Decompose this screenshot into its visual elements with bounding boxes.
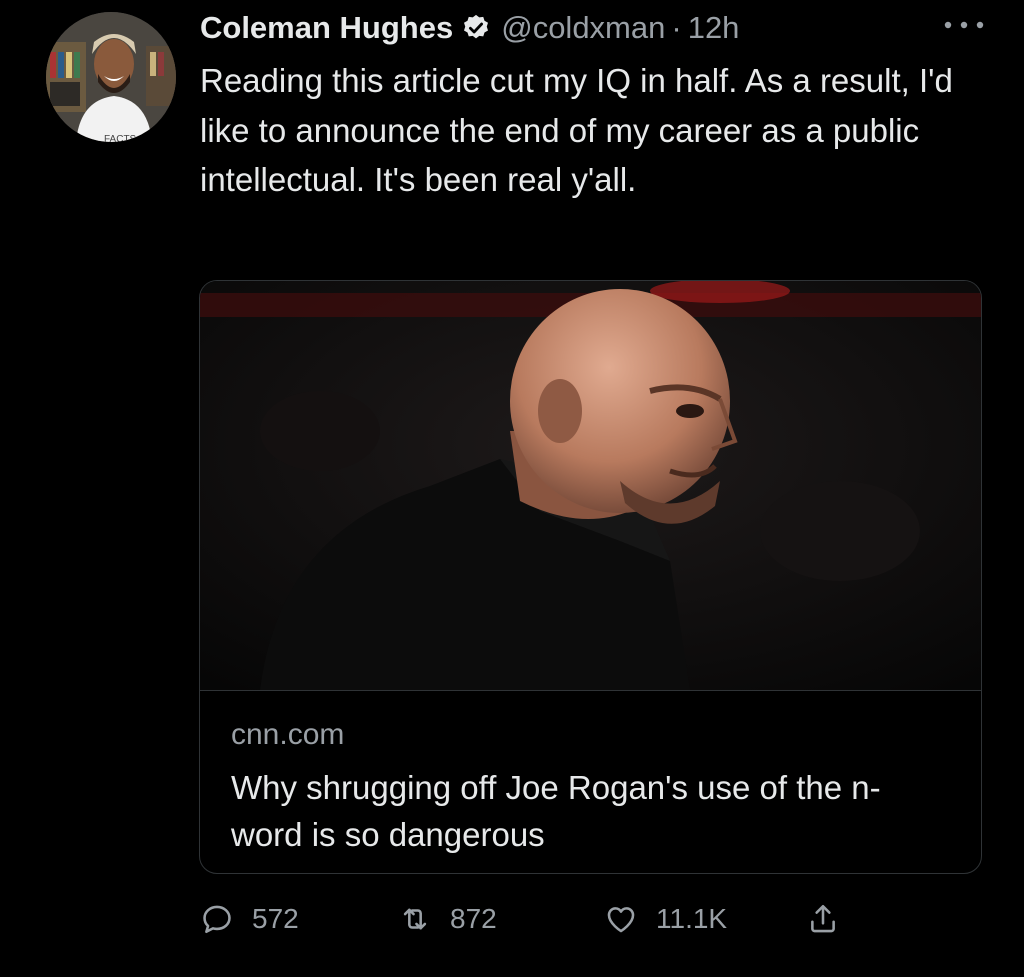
- tweet-timestamp[interactable]: 12h: [688, 10, 740, 46]
- avatar-photo: FACTS: [46, 12, 176, 142]
- avatar-shirt-text: FACTS: [104, 134, 137, 142]
- header-separator: ·: [671, 10, 682, 45]
- avatar[interactable]: FACTS: [46, 12, 176, 142]
- like-count: 11.1K: [656, 903, 728, 934]
- tweet-header: Coleman Hughes @coldxman · 12h: [200, 6, 739, 50]
- tweet-text: Reading this article cut my IQ in half. …: [200, 62, 953, 198]
- author-handle[interactable]: @coldxman: [501, 10, 665, 46]
- author-name[interactable]: Coleman Hughes: [200, 10, 453, 46]
- more-icon[interactable]: [940, 14, 988, 36]
- like-button[interactable]: 11.1K: [604, 895, 727, 943]
- retweet-icon: [403, 908, 427, 930]
- retweet-button[interactable]: 872: [398, 895, 497, 943]
- card-domain: cnn.com: [231, 718, 345, 751]
- reply-icon: [203, 905, 231, 934]
- share-icon: [811, 904, 835, 933]
- card-divider: [200, 690, 981, 691]
- link-card[interactable]: cnn.com Why shrugging off Joe Rogan's us…: [199, 280, 982, 874]
- tweet-actions: 572 872 11.1K: [200, 895, 860, 943]
- reply-button[interactable]: 572: [200, 895, 299, 943]
- retweet-count: 872: [450, 903, 497, 934]
- verified-badge-icon: [464, 14, 489, 39]
- heart-icon: [607, 907, 635, 933]
- card-title: Why shrugging off Joe Rogan's use of the…: [231, 769, 881, 853]
- share-button[interactable]: [806, 895, 840, 943]
- reply-count: 572: [252, 903, 299, 934]
- card-image: [200, 281, 981, 690]
